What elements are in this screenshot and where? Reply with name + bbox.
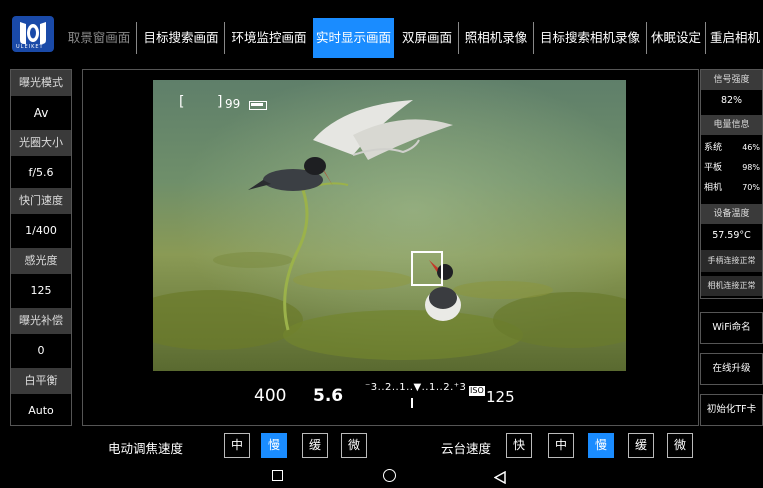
gimbal-speed-gentle[interactable]: 缓 [628, 433, 654, 458]
recents-square-icon[interactable] [272, 470, 283, 481]
exposure-level-scale: ⁻3..2..1..▼..1..2.⁺3 [365, 382, 467, 393]
focus-speed-slow[interactable]: 慢 [261, 433, 287, 458]
battery-row-value: 46% [742, 143, 760, 152]
focus-speed-label: 电动调焦速度 [108, 441, 184, 456]
tab-divider [458, 22, 459, 54]
iso-badge: ISO [469, 386, 485, 396]
handle-connection-status: 手柄连接正常 [701, 250, 762, 272]
battery-icon [249, 101, 267, 110]
tab-viewfinder[interactable]: 取景窗画面 [63, 18, 135, 58]
exposure-mode-value[interactable]: Av [11, 102, 71, 124]
exposure-mode-label: 曝光模式 [11, 70, 71, 96]
battery-info-label: 电量信息 [701, 115, 762, 135]
battery-row-value: 98% [742, 163, 760, 172]
tab-environment-monitor[interactable]: 环境监控画面 [226, 18, 312, 58]
readout-iso: 125 [486, 388, 515, 406]
shots-remaining: 99 [225, 97, 241, 111]
battery-row-value: 70% [742, 183, 760, 192]
exposure-compensation-label: 曝光补偿 [11, 308, 71, 334]
home-circle-icon[interactable] [383, 469, 396, 482]
signal-strength-value: 82% [720, 95, 743, 106]
live-view-image[interactable]: [ ] 99 [153, 80, 626, 371]
tab-sleep-settings[interactable]: 休眠设定 [648, 18, 704, 58]
readout-aperture: 5.6 [313, 386, 344, 406]
battery-row-name: 相机 [704, 183, 723, 193]
iso-value[interactable]: 125 [11, 280, 71, 302]
focus-speed-fine[interactable]: 微 [341, 433, 367, 458]
iso-label: 感光度 [11, 248, 71, 274]
tab-camera-recording[interactable]: 照相机录像 [460, 18, 532, 58]
tab-divider [224, 22, 225, 54]
battery-row-camera: 相机 70% [701, 180, 762, 196]
online-upgrade-button[interactable]: 在线升级 [700, 353, 763, 385]
gimbal-speed-medium[interactable]: 中 [548, 433, 574, 458]
shutter-speed-value[interactable]: 1/400 [11, 220, 71, 242]
readout-shutter: 400 [254, 386, 287, 406]
tab-dual-screen[interactable]: 双屏画面 [397, 18, 457, 58]
tab-divider [646, 22, 647, 54]
tab-restart-camera[interactable]: 重启相机 [707, 18, 763, 58]
gimbal-speed-fine[interactable]: 微 [667, 433, 693, 458]
camera-settings-panel: 曝光模式 Av 光圈大小 f/5.6 快门速度 1/400 感光度 125 曝光… [10, 69, 72, 426]
battery-row-tablet: 平板 98% [701, 160, 762, 176]
tab-target-search-recording[interactable]: 目标搜索相机录像 [535, 18, 645, 58]
tab-divider [705, 22, 706, 54]
signal-strength-label: 信号强度 [701, 70, 762, 90]
tab-live-view[interactable]: 实时显示画面 [313, 18, 394, 58]
battery-row-system: 系统 46% [701, 140, 762, 156]
gimbal-speed-label: 云台速度 [441, 441, 492, 456]
battery-row-name: 平板 [704, 163, 723, 173]
tab-divider [533, 22, 534, 54]
exposure-scale-marker [411, 398, 413, 408]
shutter-speed-label: 快门速度 [11, 188, 71, 214]
aperture-label: 光圈大小 [11, 130, 71, 156]
device-temperature-value: 57.59°C [712, 230, 751, 241]
format-tf-card-button[interactable]: 初始化TF卡 [700, 394, 763, 426]
focus-speed-gentle[interactable]: 缓 [302, 433, 328, 458]
tab-target-search[interactable]: 目标搜索画面 [138, 18, 224, 58]
tab-divider [136, 22, 137, 54]
wifi-rename-button[interactable]: WiFi命名 [700, 312, 763, 344]
camera-connection-status: 相机连接正常 [701, 276, 762, 296]
device-status-panel: 信号强度 82% 电量信息 系统 46% 平板 98% 相机 70% 设备温度 … [700, 69, 763, 299]
white-balance-label: 白平衡 [11, 368, 71, 394]
af-bracket-right: ] [217, 94, 223, 110]
battery-row-name: 系统 [704, 143, 723, 153]
back-triangle-icon[interactable] [493, 469, 506, 488]
device-temperature-label: 设备温度 [701, 204, 762, 224]
top-tab-bar: ULEIKET 取景窗画面 目标搜索画面 环境监控画面 实时显示画面 双屏画面 … [0, 0, 763, 66]
gimbal-speed-slow[interactable]: 慢 [588, 433, 614, 458]
aperture-value[interactable]: f/5.6 [11, 162, 71, 184]
focus-speed-medium[interactable]: 中 [224, 433, 250, 458]
af-bracket-left: [ [179, 94, 185, 110]
gimbal-speed-fast[interactable]: 快 [506, 433, 532, 458]
exposure-compensation-value[interactable]: 0 [11, 340, 71, 362]
brand-logo: ULEIKET [10, 14, 56, 54]
white-balance-value[interactable]: Auto [11, 400, 71, 422]
logo-text: ULEIKET [16, 44, 44, 50]
